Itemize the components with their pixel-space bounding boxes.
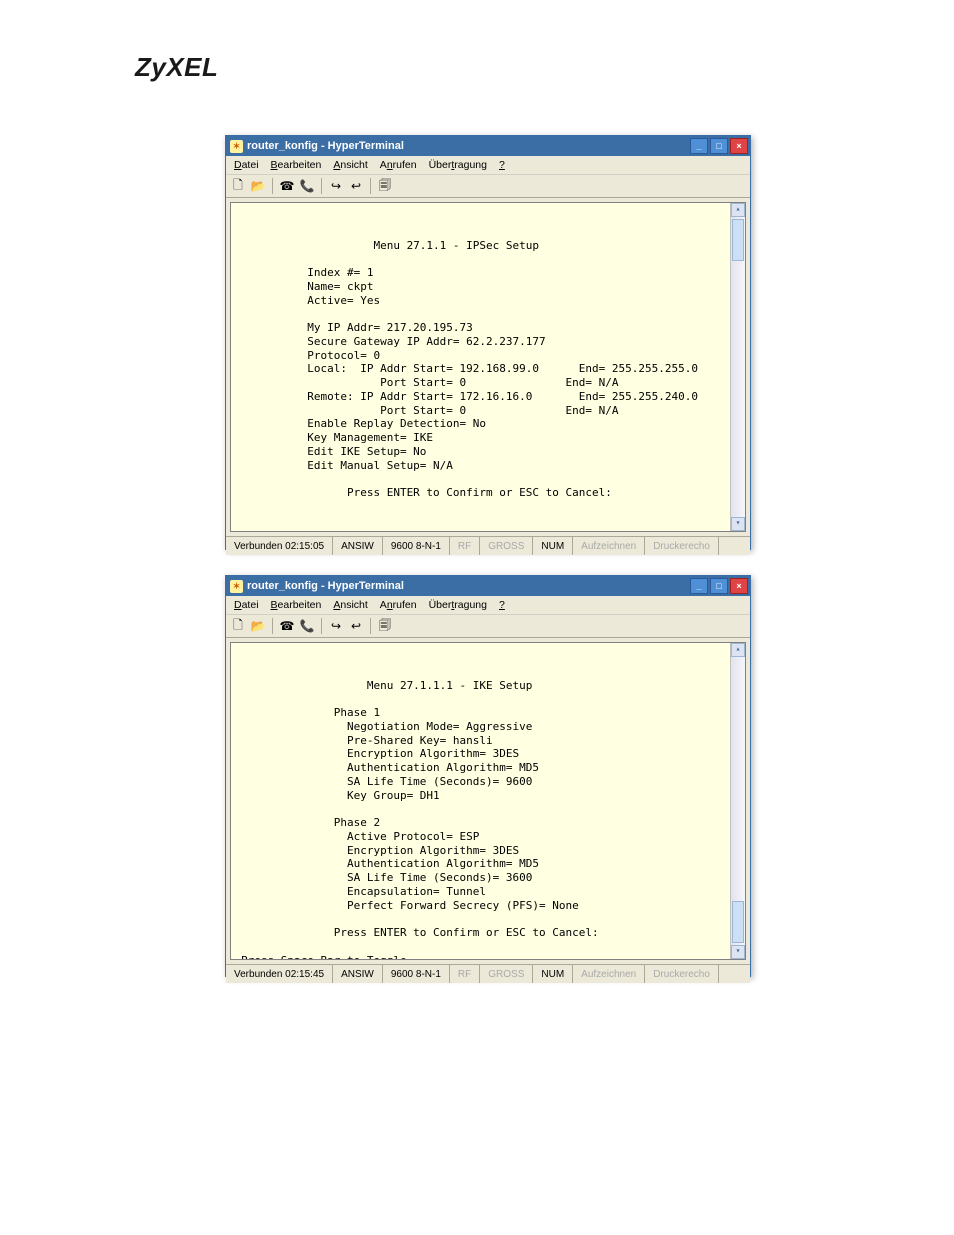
menu-ansicht[interactable]: Ansicht [327,159,373,171]
status-emulation: ANSIW [333,537,383,555]
titlebar[interactable]: ✶ router_konfig - HyperTerminal _ □ × [226,136,750,156]
scroll-thumb[interactable] [732,219,744,261]
terminal-output[interactable]: Menu 27.1.1 - IPSec Setup Index #= 1 Nam… [230,202,746,532]
terminal-text: Menu 27.1.1.1 - IKE Setup Phase 1 Negoti… [231,671,745,961]
send-icon[interactable]: ↪ [328,178,344,194]
toolbar: 🗋 📂 ☎ 📞 ↪ ↩ 🗐 [226,175,750,198]
minimize-button[interactable]: _ [690,578,708,594]
statusbar: Verbunden 02:15:05 ANSIW 9600 8-N-1 RF G… [226,536,750,555]
minimize-button[interactable]: _ [690,138,708,154]
menu-help[interactable]: ? [493,599,511,611]
status-params: 9600 8-N-1 [383,965,450,983]
new-icon[interactable]: 🗋 [230,178,246,194]
close-button[interactable]: × [730,578,748,594]
scroll-thumb[interactable] [732,901,744,943]
call-icon[interactable]: ☎ [279,178,295,194]
statusbar: Verbunden 02:15:45 ANSIW 9600 8-N-1 RF G… [226,964,750,983]
vertical-scrollbar[interactable]: ▴ ▾ [730,643,745,959]
properties-icon[interactable]: 🗐 [377,178,393,194]
menu-datei[interactable]: Datei [228,599,265,611]
scroll-down-icon[interactable]: ▾ [731,945,745,959]
close-button[interactable]: × [730,138,748,154]
status-capture: Aufzeichnen [573,965,645,983]
status-num: NUM [533,537,573,555]
brand-logo: ZyXEL [135,52,218,83]
scroll-up-icon[interactable]: ▴ [731,643,745,657]
status-emulation: ANSIW [333,965,383,983]
receive-icon[interactable]: ↩ [348,178,364,194]
hangup-icon[interactable]: 📞 [299,618,315,634]
hyperterminal-window-2: ✶ router_konfig - HyperTerminal _ □ × Da… [225,575,751,977]
separator [272,618,273,634]
receive-icon[interactable]: ↩ [348,618,364,634]
menu-bearbeiten[interactable]: Bearbeiten [265,159,328,171]
toolbar: 🗋 📂 ☎ 📞 ↪ ↩ 🗐 [226,615,750,638]
menu-help[interactable]: ? [493,159,511,171]
app-icon: ✶ [230,140,243,153]
app-icon: ✶ [230,580,243,593]
separator [370,618,371,634]
properties-icon[interactable]: 🗐 [377,618,393,634]
status-capture: Aufzeichnen [573,537,645,555]
status-caps: GROSS [480,965,533,983]
maximize-button[interactable]: □ [710,138,728,154]
open-icon[interactable]: 📂 [250,618,266,634]
status-num: NUM [533,965,573,983]
window-title: router_konfig - HyperTerminal [247,580,404,592]
separator [321,618,322,634]
menu-uebertragung[interactable]: Übertragung [423,599,493,611]
window-title: router_konfig - HyperTerminal [247,140,404,152]
send-icon[interactable]: ↪ [328,618,344,634]
menu-anrufen[interactable]: Anrufen [374,159,423,171]
separator [272,178,273,194]
status-rf: RF [450,965,480,983]
new-icon[interactable]: 🗋 [230,618,246,634]
menu-ansicht[interactable]: Ansicht [327,599,373,611]
status-printecho: Druckerecho [645,537,719,555]
status-rf: RF [450,537,480,555]
menubar: Datei Bearbeiten Ansicht Anrufen Übertra… [226,596,750,615]
menu-uebertragung[interactable]: Übertragung [423,159,493,171]
terminal-output[interactable]: Menu 27.1.1.1 - IKE Setup Phase 1 Negoti… [230,642,746,960]
open-icon[interactable]: 📂 [250,178,266,194]
status-caps: GROSS [480,537,533,555]
menu-bearbeiten[interactable]: Bearbeiten [265,599,328,611]
hyperterminal-window-1: ✶ router_konfig - HyperTerminal _ □ × DD… [225,135,751,550]
menubar: DDateiatei Bearbeiten Ansicht Anrufen Üb… [226,156,750,175]
scroll-down-icon[interactable]: ▾ [731,517,745,531]
maximize-button[interactable]: □ [710,578,728,594]
titlebar[interactable]: ✶ router_konfig - HyperTerminal _ □ × [226,576,750,596]
vertical-scrollbar[interactable]: ▴ ▾ [730,203,745,531]
call-icon[interactable]: ☎ [279,618,295,634]
status-params: 9600 8-N-1 [383,537,450,555]
status-connection: Verbunden 02:15:05 [226,537,333,555]
scroll-up-icon[interactable]: ▴ [731,203,745,217]
separator [321,178,322,194]
menu-anrufen[interactable]: Anrufen [374,599,423,611]
hangup-icon[interactable]: 📞 [299,178,315,194]
status-connection: Verbunden 02:15:45 [226,965,333,983]
separator [370,178,371,194]
terminal-text: Menu 27.1.1 - IPSec Setup Index #= 1 Nam… [231,231,745,508]
menu-datei[interactable]: DDateiatei [228,159,265,171]
status-printecho: Druckerecho [645,965,719,983]
